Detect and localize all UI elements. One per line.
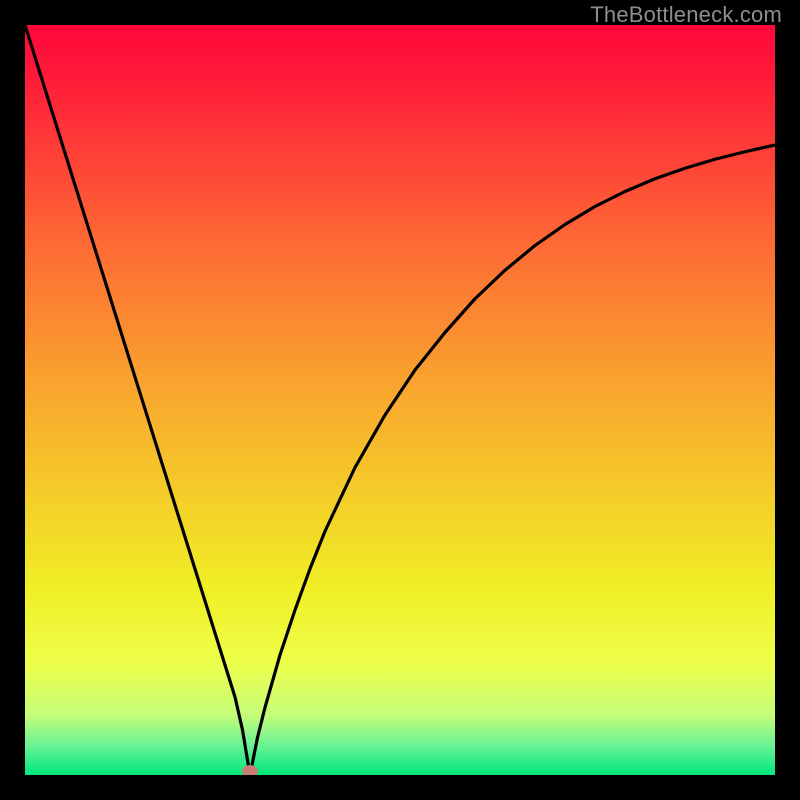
bottleneck-chart [25,25,775,775]
chart-background [25,25,775,775]
chart-frame: TheBottleneck.com [0,0,800,800]
